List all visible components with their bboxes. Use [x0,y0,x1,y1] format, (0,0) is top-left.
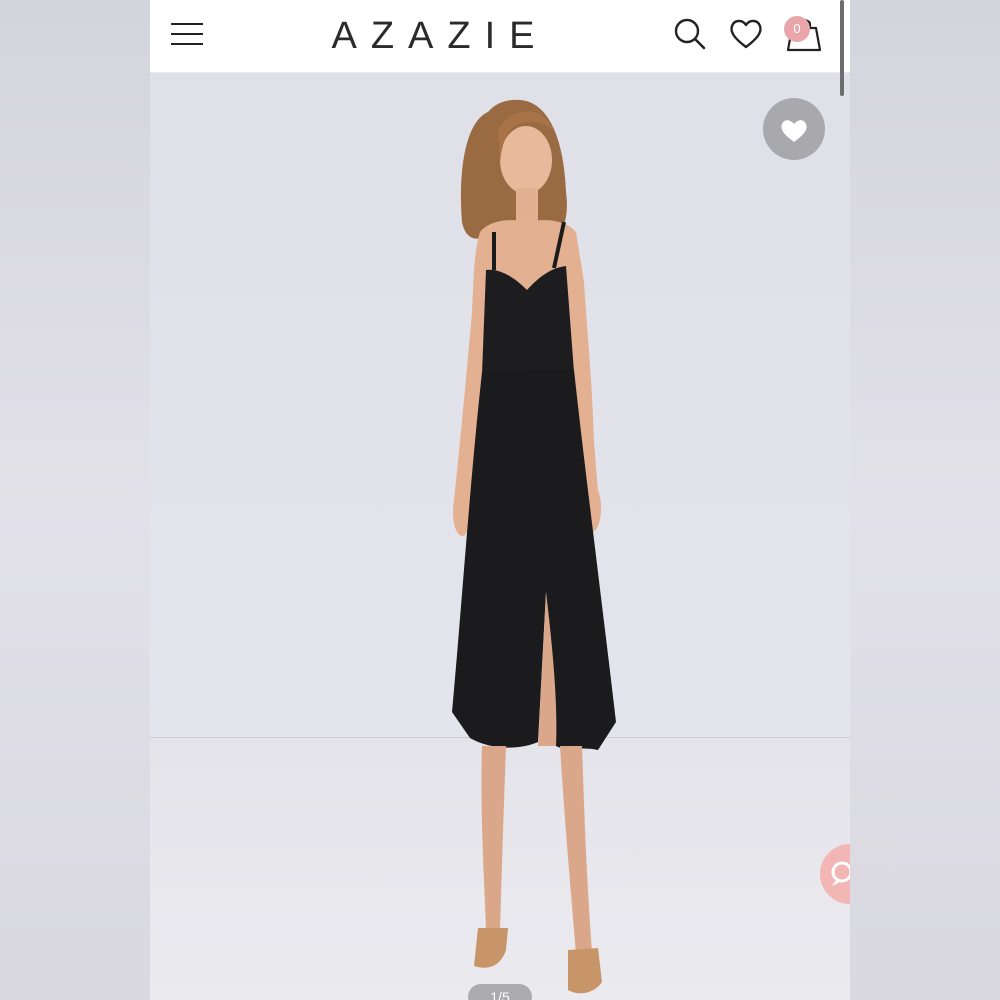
brand-logo[interactable]: AZAZIE [320,14,560,58]
chat-icon [831,861,850,886]
model-photo [452,99,616,994]
left-backdrop [0,0,150,1000]
menu-button[interactable] [168,18,208,52]
chat-button[interactable] [820,844,850,904]
heart-icon [781,120,807,142]
cart-count-badge: 0 [784,16,810,42]
scrollbar-thumb[interactable] [840,0,844,96]
right-backdrop [850,0,1000,1000]
product-image[interactable]: 1/5 [150,72,850,1000]
top-header: AZAZIE 0 [150,0,850,73]
menu-bar [171,23,203,25]
heart-icon[interactable] [726,14,766,54]
favorite-button[interactable] [763,98,825,160]
menu-bar [171,43,203,45]
search-icon[interactable] [670,14,710,54]
gallery-counter: 1/5 [468,984,532,1000]
menu-bar [171,33,203,35]
mobile-screen: AZAZIE 0 1/5 [150,0,850,1000]
